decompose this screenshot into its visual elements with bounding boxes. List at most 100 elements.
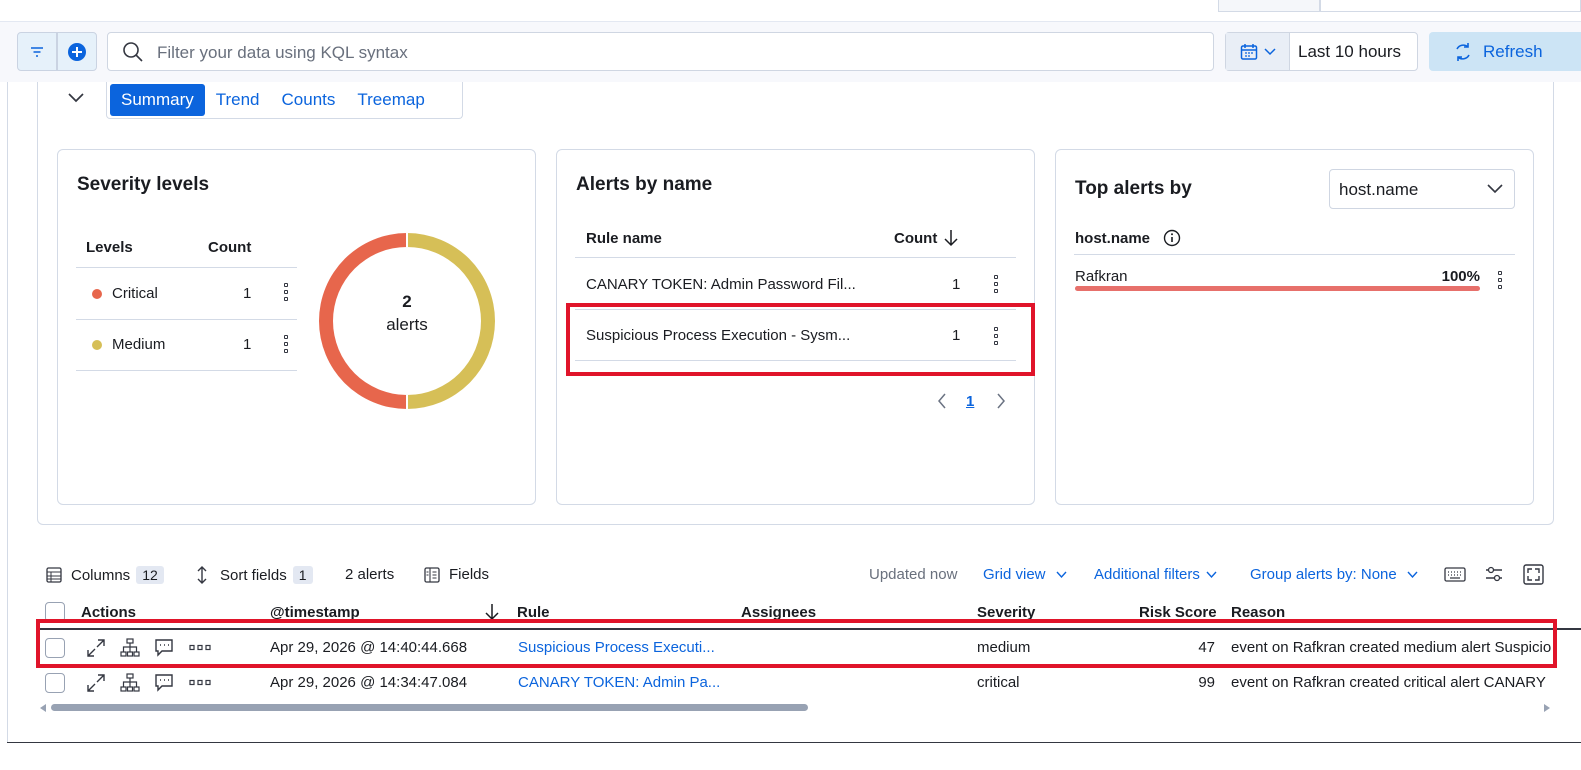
medium-count: 1 bbox=[243, 336, 252, 353]
top-alerts-card: Top alerts by host.name host.name Rafkra… bbox=[1055, 149, 1534, 505]
severity-levels-card: Severity levels Levels Count Critical 1 … bbox=[57, 149, 536, 505]
critical-count: 1 bbox=[243, 285, 252, 302]
collapse-chevron-icon[interactable] bbox=[68, 92, 84, 104]
fullscreen-icon[interactable] bbox=[1523, 564, 1544, 585]
fields-button[interactable]: Fields bbox=[449, 566, 489, 583]
keyboard-icon[interactable] bbox=[1444, 567, 1466, 582]
group-by-label: Group alerts by: None bbox=[1250, 566, 1397, 583]
row-checkbox[interactable] bbox=[45, 673, 65, 693]
pagination-prev-icon[interactable] bbox=[937, 393, 947, 409]
more-actions-icon[interactable] bbox=[189, 678, 211, 688]
grid-view-button[interactable]: Grid view bbox=[983, 566, 1067, 583]
refresh-icon bbox=[1456, 42, 1470, 61]
query-bar: Filter your data using KQL syntax Last 1… bbox=[0, 22, 1581, 82]
chevron-down-icon bbox=[1263, 47, 1276, 55]
group-field-select[interactable]: host.name bbox=[1329, 169, 1515, 209]
tab-treemap[interactable]: Treemap bbox=[346, 84, 435, 116]
risk-score-cell: 99 bbox=[1198, 674, 1215, 691]
additional-filters-label: Additional filters bbox=[1094, 566, 1200, 583]
scroll-right-icon[interactable] bbox=[1543, 703, 1551, 713]
horizontal-scrollbar-thumb[interactable] bbox=[51, 704, 808, 711]
date-picker[interactable]: Last 10 hours bbox=[1225, 32, 1418, 71]
select-value: host.name bbox=[1339, 180, 1419, 199]
add-filter-button[interactable] bbox=[57, 32, 97, 71]
level-medium[interactable]: Medium bbox=[112, 336, 165, 353]
rule-count-cell: 1 bbox=[952, 276, 961, 293]
card-title: Top alerts by bbox=[1075, 178, 1192, 199]
donut-label: alerts bbox=[386, 315, 428, 334]
page-border bbox=[7, 82, 8, 742]
chart-tabs: Summary Trend Counts Treemap bbox=[106, 82, 463, 119]
card-title: Severity levels bbox=[77, 174, 210, 195]
search-input[interactable]: Filter your data using KQL syntax bbox=[107, 32, 1214, 71]
card-title: Alerts by name bbox=[576, 174, 713, 195]
divider bbox=[76, 370, 297, 371]
additional-filters-button[interactable]: Additional filters bbox=[1094, 566, 1217, 583]
row-actions-icon[interactable] bbox=[1498, 271, 1502, 289]
tab-summary[interactable]: Summary bbox=[110, 84, 205, 116]
chevron-down-icon bbox=[1487, 184, 1503, 194]
highlight-box bbox=[566, 303, 1035, 376]
tab-counts[interactable]: Counts bbox=[271, 84, 347, 116]
refresh-button[interactable]: Refresh bbox=[1429, 32, 1581, 71]
expand-icon[interactable] bbox=[86, 673, 106, 693]
tab-trend[interactable]: Trend bbox=[205, 84, 271, 116]
search-icon bbox=[123, 42, 143, 62]
sort-count-badge: 1 bbox=[292, 566, 313, 584]
filter-menu-button[interactable] bbox=[17, 32, 57, 71]
host-name-value[interactable]: Rafkran bbox=[1075, 268, 1128, 285]
updated-status: Updated now bbox=[869, 566, 958, 583]
filter-icon bbox=[31, 46, 43, 57]
row-actions-icon[interactable] bbox=[994, 275, 998, 293]
columns-label: Columns bbox=[71, 567, 131, 584]
chevron-down-icon bbox=[1056, 571, 1067, 579]
row-actions-icon[interactable] bbox=[284, 283, 288, 301]
header-tab-fragment[interactable] bbox=[1218, 0, 1320, 12]
group-by-button[interactable]: Group alerts by: None bbox=[1250, 566, 1418, 583]
col-count-sortable[interactable]: Count bbox=[894, 230, 937, 247]
rule-name-cell[interactable]: CANARY TOKEN: Admin Password Fil... bbox=[586, 276, 856, 293]
divider bbox=[1074, 254, 1515, 255]
critical-dot bbox=[92, 289, 102, 299]
top-header-strip bbox=[0, 0, 1581, 22]
rule-link[interactable]: CANARY TOKEN: Admin Pa... bbox=[518, 674, 720, 691]
scroll-left-icon[interactable] bbox=[39, 703, 47, 713]
divider bbox=[575, 257, 1016, 258]
bottom-divider bbox=[7, 742, 1581, 743]
date-range-label: Last 10 hours bbox=[1298, 42, 1402, 61]
sort-down-arrow-icon[interactable] bbox=[944, 229, 958, 247]
row-actions-icon[interactable] bbox=[284, 335, 288, 353]
columns-table-icon bbox=[46, 567, 62, 583]
col-levels: Levels bbox=[86, 239, 133, 256]
level-critical[interactable]: Critical bbox=[112, 285, 158, 302]
chevron-down-icon bbox=[1206, 571, 1217, 579]
chevron-down-icon bbox=[1407, 571, 1418, 579]
pagination-next-icon[interactable] bbox=[996, 393, 1006, 409]
timestamp-cell: Apr 29, 2026 @ 14:34:47.084 bbox=[270, 674, 468, 691]
donut-total: 2 bbox=[402, 292, 412, 311]
alerts-count: 2 alerts bbox=[345, 566, 395, 583]
percent-bar-fill bbox=[1075, 286, 1480, 291]
host-percent: 100% bbox=[1441, 268, 1480, 285]
sort-icon bbox=[197, 566, 207, 584]
divider bbox=[76, 319, 297, 320]
grid-view-label: Grid view bbox=[983, 566, 1046, 583]
quick-menu-button[interactable] bbox=[1226, 33, 1290, 70]
calendar-icon bbox=[1240, 43, 1257, 60]
header-tab-fragment[interactable] bbox=[1320, 0, 1581, 12]
display-settings-icon[interactable] bbox=[1485, 566, 1503, 582]
columns-button[interactable]: Columns 12 bbox=[71, 566, 164, 584]
fields-icon bbox=[424, 567, 440, 583]
medium-dot bbox=[92, 340, 102, 350]
comment-icon[interactable] bbox=[154, 673, 174, 693]
highlight-box bbox=[36, 619, 1557, 668]
plus-circle-icon bbox=[68, 42, 86, 61]
col-count: Count bbox=[208, 239, 252, 256]
analyze-tree-icon[interactable] bbox=[120, 673, 140, 693]
severity-cell: critical bbox=[977, 674, 1020, 691]
columns-count-badge: 12 bbox=[136, 566, 164, 584]
info-icon[interactable] bbox=[1163, 229, 1181, 247]
pagination-page[interactable]: 1 bbox=[966, 393, 974, 410]
sort-fields-button[interactable]: Sort fields 1 bbox=[220, 566, 313, 584]
percent-bar-track bbox=[1075, 286, 1480, 291]
